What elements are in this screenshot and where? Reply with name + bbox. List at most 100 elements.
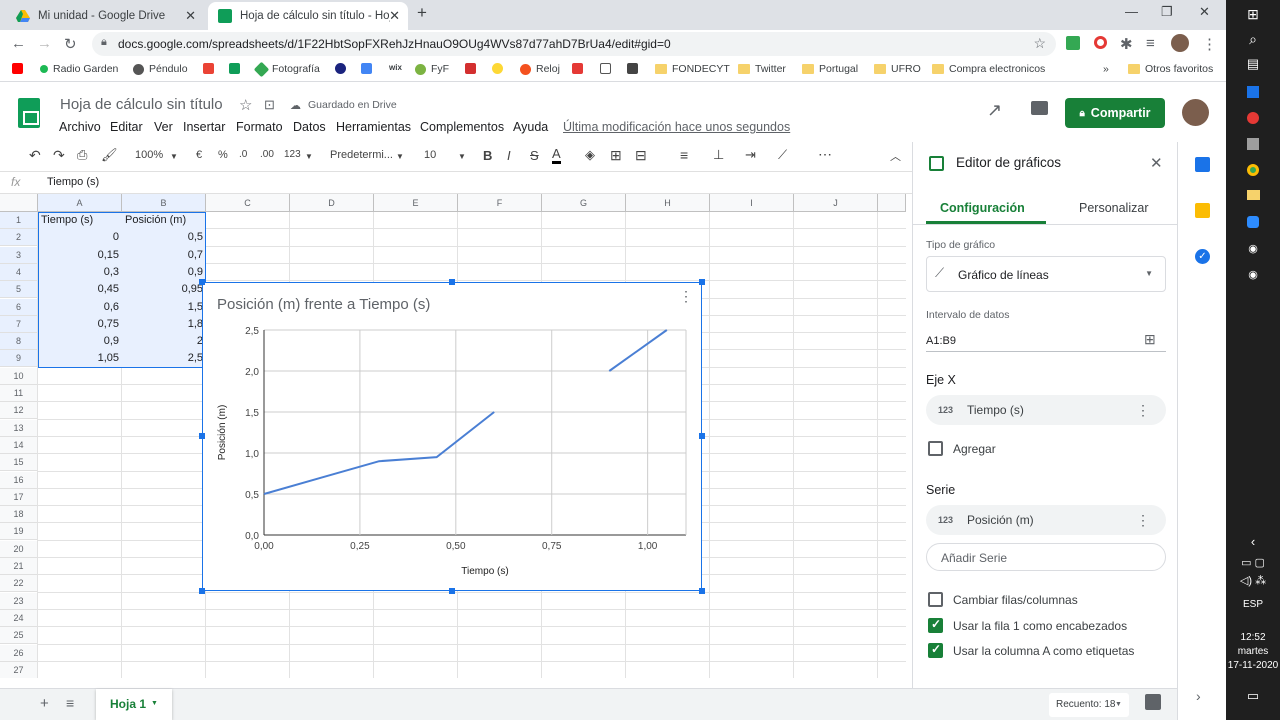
- chevron-right-icon[interactable]: ›: [1196, 688, 1201, 704]
- zoom-app-icon[interactable]: [1226, 216, 1280, 231]
- bookmark-otros-favoritos[interactable]: Otros favoritos: [1128, 63, 1213, 75]
- row-header[interactable]: 4: [0, 263, 38, 281]
- column-header[interactable]: F: [458, 194, 542, 212]
- battery-icon[interactable]: ▭ ▢: [1226, 556, 1280, 569]
- use-row1-checkbox[interactable]: [928, 617, 943, 633]
- row-header[interactable]: 7: [0, 315, 38, 333]
- bookmark-fotografia[interactable]: Fotografía: [253, 61, 320, 77]
- puzzle-icon[interactable]: ✱: [1120, 35, 1133, 53]
- bookmark-fondecyt[interactable]: FONDECYT: [655, 63, 730, 75]
- keep-icon[interactable]: [1195, 203, 1210, 218]
- new-tab-button[interactable]: +: [417, 3, 427, 23]
- document-title[interactable]: Hoja de cálculo sin título: [60, 96, 223, 113]
- menu-ayuda[interactable]: Ayuda: [513, 120, 548, 134]
- bookmark-icon[interactable]: [335, 63, 351, 74]
- row-header[interactable]: 5: [0, 281, 38, 299]
- menu-datos[interactable]: Datos: [293, 120, 326, 134]
- bookmark-icon[interactable]: [572, 63, 588, 74]
- wix-icon[interactable]: wix: [389, 63, 402, 72]
- resize-handle[interactable]: [199, 279, 205, 285]
- resize-handle[interactable]: [199, 433, 205, 439]
- menu-complementos[interactable]: Complementos: [420, 120, 504, 134]
- calendar-app-icon[interactable]: [1226, 86, 1280, 101]
- row-header[interactable]: 8: [0, 333, 38, 351]
- reload-icon[interactable]: ↻: [64, 35, 77, 53]
- text-color-icon[interactable]: A: [552, 147, 561, 164]
- paint-format-icon[interactable]: 🖌︎: [101, 147, 118, 163]
- row-header[interactable]: 11: [0, 385, 38, 402]
- font-size-select[interactable]: 10: [424, 149, 436, 161]
- all-sheets-icon[interactable]: ≡: [66, 695, 74, 711]
- align-left-icon[interactable]: ≡: [680, 147, 688, 163]
- bookmark-twitter[interactable]: Twitter: [738, 63, 786, 75]
- more-vert-icon[interactable]: ⋮: [1136, 512, 1150, 529]
- resize-handle[interactable]: [699, 433, 705, 439]
- language-indicator[interactable]: ESP: [1226, 599, 1280, 610]
- star-icon[interactable]: ☆: [239, 96, 252, 114]
- address-bar[interactable]: 🔒︎ docs.google.com/spreadsheets/d/1F22Hb…: [92, 32, 1056, 56]
- resize-handle[interactable]: [699, 588, 705, 594]
- star-icon[interactable]: ☆: [1033, 35, 1046, 52]
- column-header[interactable]: J: [794, 194, 878, 212]
- decrease-decimals-button[interactable]: .0: [239, 149, 247, 160]
- chevron-up-icon[interactable]: ‹: [1226, 534, 1280, 549]
- row-header[interactable]: 26: [0, 644, 38, 662]
- series-chip[interactable]: 123 Posición (m) ⋮: [926, 505, 1166, 535]
- row-header[interactable]: 12: [0, 402, 38, 420]
- share-button[interactable]: 🔒︎ Compartir: [1065, 98, 1165, 128]
- tab-personalizar[interactable]: Personalizar: [1079, 201, 1148, 215]
- explore-icon[interactable]: [1145, 694, 1161, 710]
- percent-button[interactable]: %: [218, 149, 228, 161]
- column-header[interactable]: G: [542, 194, 626, 212]
- more-vert-icon[interactable]: ⋮: [1136, 402, 1150, 419]
- bold-icon[interactable]: B: [483, 148, 492, 163]
- tab-google-drive[interactable]: Mi unidad - Google Drive ✕: [6, 2, 204, 30]
- add-sheet-icon[interactable]: +: [40, 695, 49, 712]
- column-header[interactable]: [878, 194, 906, 212]
- data-range-value[interactable]: A1:B9: [926, 335, 956, 347]
- close-icon[interactable]: ✕: [389, 8, 400, 24]
- chrome-icon[interactable]: [1226, 164, 1280, 179]
- move-folder-icon[interactable]: ⊡: [264, 97, 275, 113]
- column-header[interactable]: B: [122, 194, 206, 212]
- avatar[interactable]: [1182, 99, 1209, 126]
- menu-editar[interactable]: Editar: [110, 120, 143, 134]
- row-header[interactable]: 6: [0, 298, 38, 316]
- trending-icon[interactable]: ↗: [987, 100, 1002, 121]
- media-icon[interactable]: ≡: [1146, 35, 1155, 52]
- windows-start-icon[interactable]: ⊞: [1226, 6, 1280, 23]
- calendar-icon[interactable]: [1195, 157, 1210, 172]
- menu-herramientas[interactable]: Herramientas: [336, 120, 411, 134]
- bookmark-reloj[interactable]: Reloj: [520, 63, 560, 75]
- tab-configuracion[interactable]: Configuración: [940, 201, 1025, 215]
- row-header[interactable]: 3: [0, 246, 38, 264]
- row-header[interactable]: 22: [0, 575, 38, 593]
- bookmark-icon[interactable]: [465, 63, 481, 74]
- maximize-icon[interactable]: ❐: [1161, 4, 1173, 20]
- undo-icon[interactable]: ↶: [29, 147, 41, 164]
- column-header[interactable]: E: [374, 194, 458, 212]
- wrap-text-icon[interactable]: ⇥: [745, 147, 756, 163]
- notifications-icon[interactable]: ▭: [1226, 688, 1280, 704]
- column-header[interactable]: C: [206, 194, 290, 212]
- row-header[interactable]: 10: [0, 367, 38, 385]
- row-header[interactable]: 19: [0, 523, 38, 541]
- menu-formato[interactable]: Formato: [236, 120, 283, 134]
- row-header[interactable]: 17: [0, 488, 38, 506]
- tasks-icon[interactable]: ✓: [1195, 249, 1210, 264]
- bookmark-radio-garden[interactable]: Radio Garden: [40, 63, 118, 75]
- status-sum-select[interactable]: Recuento: 18 ▼: [1049, 693, 1129, 717]
- resize-handle[interactable]: [449, 588, 455, 594]
- chart[interactable]: Posición (m) frente a Tiempo (s) ⋮ 0,0 0,…: [199, 279, 705, 594]
- row-header[interactable]: 13: [0, 419, 38, 437]
- grid-select-icon[interactable]: ⊞: [1144, 331, 1156, 348]
- minimize-icon[interactable]: —: [1125, 4, 1138, 19]
- volume-icon[interactable]: ◁) ⁂: [1226, 574, 1280, 587]
- font-select[interactable]: Predetermi...: [330, 149, 393, 161]
- row-header[interactable]: 9: [0, 350, 38, 368]
- gmail-icon[interactable]: [203, 63, 219, 74]
- row-header[interactable]: 14: [0, 436, 38, 454]
- bookmark-icon[interactable]: [600, 63, 616, 74]
- bookmark-icon[interactable]: [627, 63, 643, 74]
- search-icon[interactable]: ⌕: [1226, 31, 1280, 48]
